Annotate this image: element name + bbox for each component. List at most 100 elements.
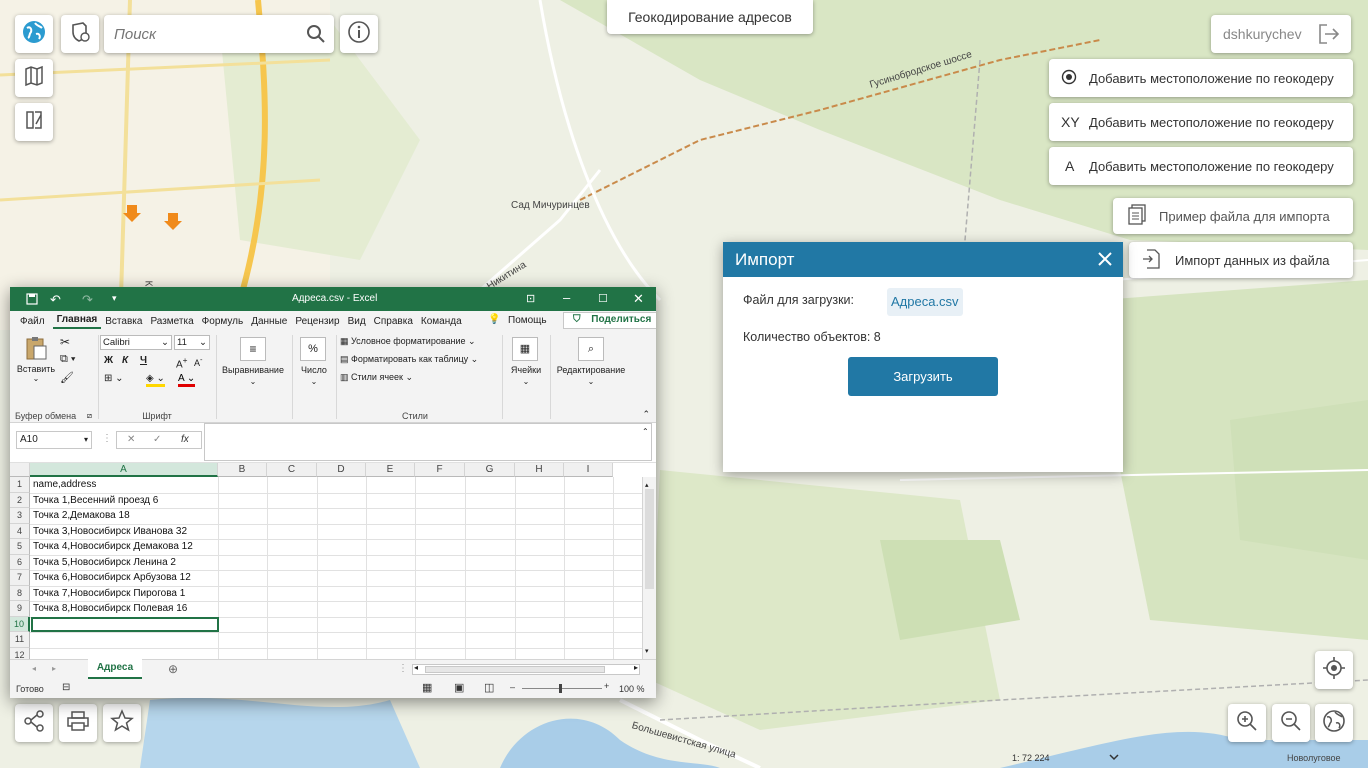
- cancel-icon[interactable]: ✕: [127, 432, 135, 448]
- enter-icon[interactable]: ✓: [153, 432, 161, 448]
- row-header[interactable]: 2: [10, 492, 30, 508]
- group-editing[interactable]: ⌕ Редактирование ⌄: [552, 331, 632, 423]
- row-header[interactable]: 3: [10, 508, 30, 524]
- group-alignment[interactable]: ≡ Выравнивание ⌄: [218, 331, 288, 423]
- layers-user-button[interactable]: [61, 15, 99, 53]
- geocode-button-address[interactable]: A Добавить местоположение по геокодеру: [1049, 147, 1353, 185]
- add-sheet-icon[interactable]: ⊕: [168, 662, 178, 676]
- page-break-icon[interactable]: ◫: [484, 681, 494, 694]
- save-icon[interactable]: [26, 293, 38, 308]
- table-cell[interactable]: Точка 2,Демакова 18: [31, 508, 130, 524]
- font-color-icon[interactable]: A ⌄: [178, 373, 196, 387]
- cell-styles-button[interactable]: ▥ Стили ячеек ⌄: [340, 372, 413, 383]
- import-file-button[interactable]: Импорт данных из файла: [1129, 242, 1353, 278]
- name-box[interactable]: A10 ▾: [16, 431, 92, 449]
- next-sheet-icon[interactable]: ▸: [52, 664, 56, 673]
- info-button[interactable]: [340, 15, 378, 53]
- minimize-icon[interactable]: –: [563, 290, 570, 305]
- copy-icon[interactable]: ⧉ ▾: [60, 353, 76, 366]
- column-header[interactable]: F: [415, 463, 465, 477]
- row-header[interactable]: 8: [10, 585, 30, 601]
- tab-view[interactable]: Вид: [344, 316, 370, 327]
- zoom-out-button[interactable]: [1272, 704, 1310, 742]
- share-excel-button[interactable]: ⛉ Поделиться: [563, 312, 656, 329]
- tab-team[interactable]: Команда: [417, 316, 466, 327]
- tab-layout[interactable]: Разметка: [146, 316, 197, 327]
- tab-data[interactable]: Данные: [247, 316, 291, 327]
- zoom-in-button[interactable]: [1228, 704, 1266, 742]
- sample-file-button[interactable]: Пример файла для импорта: [1113, 198, 1353, 234]
- zoom-level[interactable]: 100 %: [619, 684, 645, 694]
- font-shrink-icon[interactable]: A-: [194, 355, 203, 368]
- edit-book-button[interactable]: [15, 103, 53, 141]
- print-button[interactable]: [59, 704, 97, 742]
- column-header[interactable]: E: [366, 463, 415, 477]
- column-header[interactable]: B: [218, 463, 267, 477]
- table-cell[interactable]: Точка 4,Новосибирск Демакова 12: [31, 539, 193, 555]
- format-table-button[interactable]: ▤ Форматировать как таблицу ⌄: [340, 354, 478, 365]
- macro-icon[interactable]: ⊟: [62, 682, 70, 693]
- italic-button[interactable]: К: [122, 355, 128, 366]
- select-all-corner[interactable]: [10, 463, 30, 477]
- column-header[interactable]: G: [465, 463, 515, 477]
- cut-icon[interactable]: ✂: [60, 335, 70, 349]
- row-header[interactable]: 4: [10, 523, 30, 539]
- font-name-select[interactable]: Calibri ⌄: [100, 335, 172, 350]
- excel-titlebar[interactable]: ↶ ↷ ▾ Адреса.csv - Excel ⊡ – ☐ ✕: [10, 287, 656, 311]
- collapse-ribbon-icon[interactable]: ⌃: [642, 409, 650, 420]
- underline-button[interactable]: Ч: [140, 355, 147, 366]
- favorite-button[interactable]: [103, 704, 141, 742]
- logout-icon[interactable]: [1317, 23, 1341, 48]
- row-header[interactable]: 9: [10, 601, 30, 617]
- table-cell[interactable]: [31, 632, 33, 648]
- file-name-chip[interactable]: Адреса.csv: [887, 288, 963, 316]
- tab-help[interactable]: Справка: [370, 316, 417, 327]
- dialog-launcher-icon[interactable]: ⧄: [87, 411, 92, 421]
- tab-formulas[interactable]: Формуль: [198, 316, 248, 327]
- fill-color-icon[interactable]: ◈ ⌄: [146, 373, 165, 387]
- share-button[interactable]: [15, 704, 53, 742]
- paste-button[interactable]: Вставить ⌄: [16, 335, 56, 383]
- border-icon[interactable]: ⊞ ⌄: [104, 373, 124, 384]
- close-icon[interactable]: [1097, 251, 1113, 272]
- redo-icon[interactable]: ↷: [82, 292, 93, 308]
- font-grow-icon[interactable]: A+: [176, 355, 188, 370]
- zoom-slider[interactable]: [522, 684, 602, 693]
- row-header[interactable]: 5: [10, 539, 30, 555]
- tab-review[interactable]: Рецензир: [291, 316, 343, 327]
- horizontal-scrollbar[interactable]: ◂ ▸: [412, 663, 640, 675]
- geocode-button-xy[interactable]: XY Добавить местоположение по геокодеру: [1049, 103, 1353, 141]
- table-cell[interactable]: Точка 1,Весенний проезд 6: [31, 493, 158, 509]
- close-window-icon[interactable]: ✕: [633, 291, 644, 307]
- table-cell[interactable]: Точка 7,Новосибирск Пирогова 1: [31, 586, 185, 602]
- row-header[interactable]: 1: [10, 477, 30, 493]
- normal-view-icon[interactable]: ▦: [422, 681, 432, 694]
- search-input[interactable]: [114, 25, 294, 43]
- globe-button[interactable]: [15, 15, 53, 53]
- table-cell[interactable]: Точка 5,Новосибирск Ленина 2: [31, 555, 176, 571]
- prev-sheet-icon[interactable]: ◂: [32, 664, 36, 673]
- zoom-out-excel-icon[interactable]: –: [510, 682, 515, 692]
- search-icon[interactable]: [306, 24, 326, 49]
- format-painter-icon[interactable]: 🖌: [60, 371, 74, 384]
- upload-button[interactable]: Загрузить: [848, 357, 998, 396]
- quick-access-icon[interactable]: ▾: [112, 293, 117, 304]
- tell-me[interactable]: Помощь: [504, 315, 551, 326]
- vertical-scrollbar[interactable]: ▴ ▾: [642, 477, 656, 659]
- search-box[interactable]: [104, 15, 334, 53]
- ribbon-display-icon[interactable]: ⊡: [526, 292, 535, 305]
- page-layout-icon[interactable]: ▣: [454, 681, 464, 694]
- geocode-button-point[interactable]: Добавить местоположение по геокодеру: [1049, 59, 1353, 97]
- sheet-grid[interactable]: A B C D E F G H I 1 name,address 2 Точка 1,Весенний …: [10, 463, 656, 664]
- tab-home[interactable]: Главная: [52, 314, 102, 329]
- locate-button[interactable]: [1315, 651, 1353, 689]
- tab-insert[interactable]: Вставка: [101, 316, 146, 327]
- expand-formula-icon[interactable]: ⌃: [642, 427, 649, 436]
- formula-input[interactable]: [204, 423, 652, 461]
- lightbulb-icon[interactable]: 💡: [484, 314, 504, 325]
- map-book-button[interactable]: [15, 59, 53, 97]
- group-cells[interactable]: ▦ Ячейки ⌄: [504, 331, 548, 423]
- selected-cell[interactable]: [31, 616, 219, 632]
- table-cell[interactable]: Точка 8,Новосибирск Полевая 16: [31, 601, 187, 617]
- row-header[interactable]: 6: [10, 554, 30, 570]
